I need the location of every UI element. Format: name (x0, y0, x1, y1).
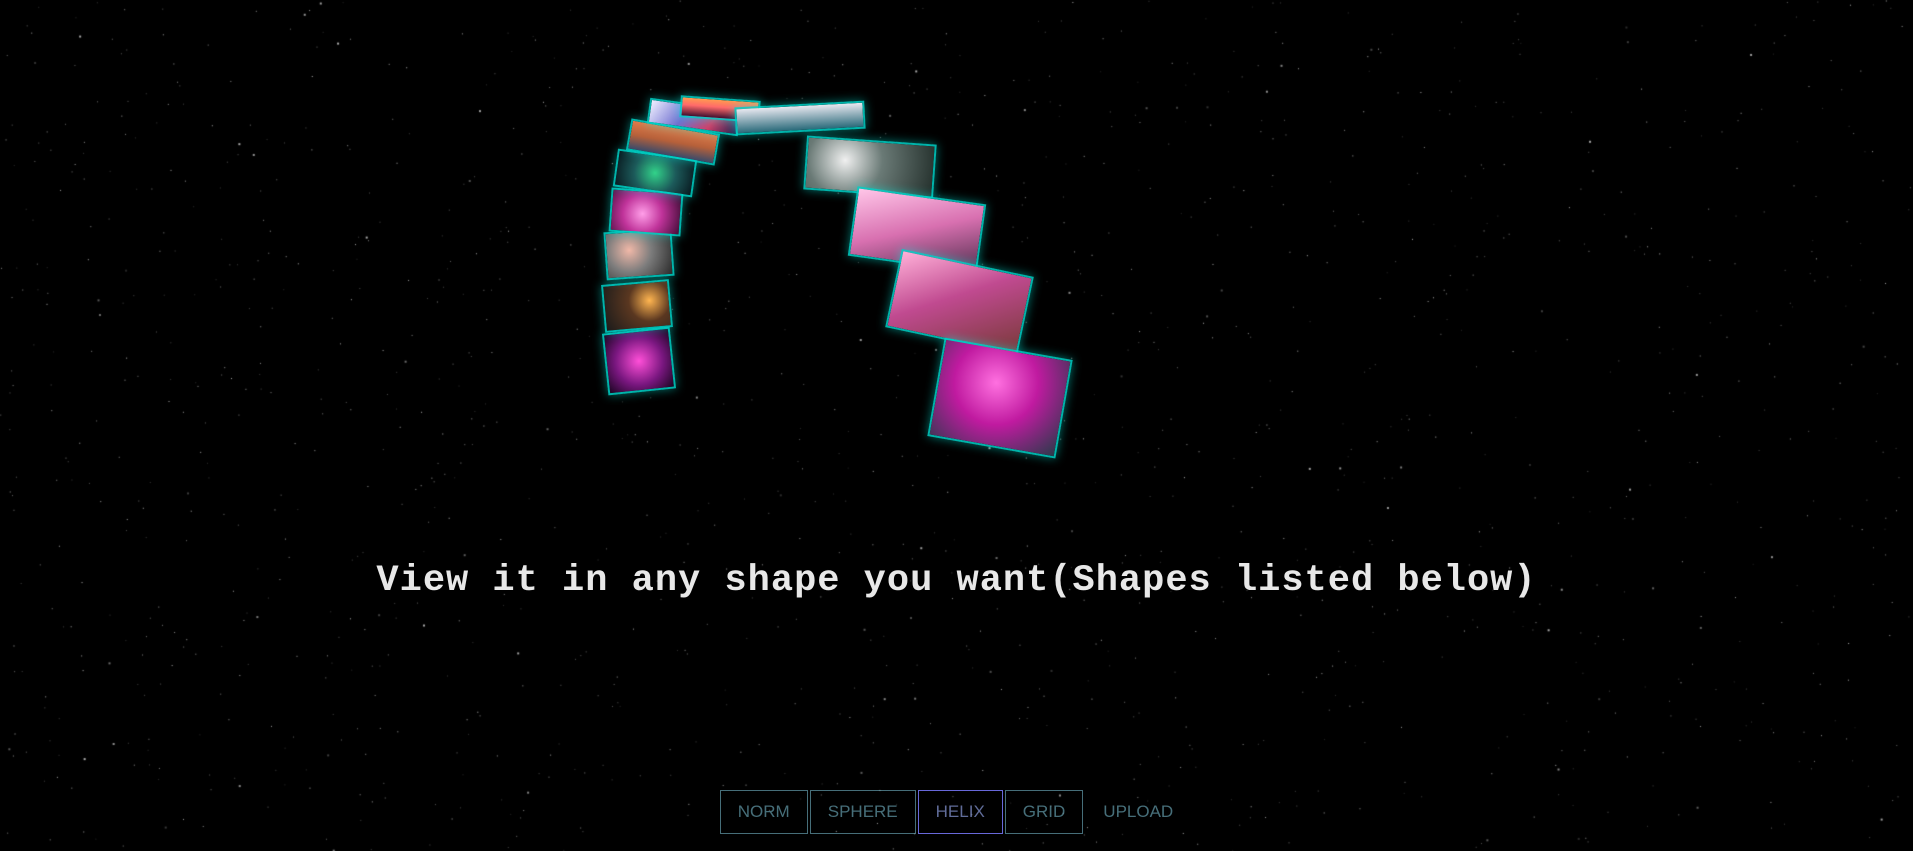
photo-tile-teal-sky[interactable] (734, 100, 866, 136)
gray-shell-photo (605, 229, 673, 279)
upload-button[interactable]: UPLOAD (1085, 790, 1191, 834)
photo-tile-pink-blossom-tree[interactable] (601, 326, 677, 396)
photo-tile-pink-pom-pom-flowers[interactable] (927, 337, 1073, 459)
tagline-heading: View it in any shape you want(Shapes lis… (376, 560, 1537, 602)
photo-tile-candle-lights[interactable] (601, 279, 673, 333)
sphere-button[interactable]: SPHERE (809, 790, 916, 834)
photo-tile-pink-orchid[interactable] (608, 187, 684, 237)
photo-tile-gray-shell[interactable] (603, 227, 675, 281)
candle-lights-photo (603, 281, 671, 331)
pink-blossom-branch-photo (887, 251, 1032, 353)
pink-orchid-photo (610, 189, 682, 235)
helix-photo-gallery (0, 0, 1913, 851)
norm-button[interactable]: NORM (719, 790, 808, 834)
helix-button[interactable]: HELIX (917, 790, 1003, 834)
teal-sky-photo (736, 102, 864, 134)
pink-blossom-tree-photo (604, 328, 674, 394)
shape-menu: NORM SPHERE HELIX GRID UPLOAD (0, 790, 1913, 834)
grid-button[interactable]: GRID (1004, 790, 1084, 834)
pink-pom-pom-flowers-photo (929, 339, 1071, 457)
